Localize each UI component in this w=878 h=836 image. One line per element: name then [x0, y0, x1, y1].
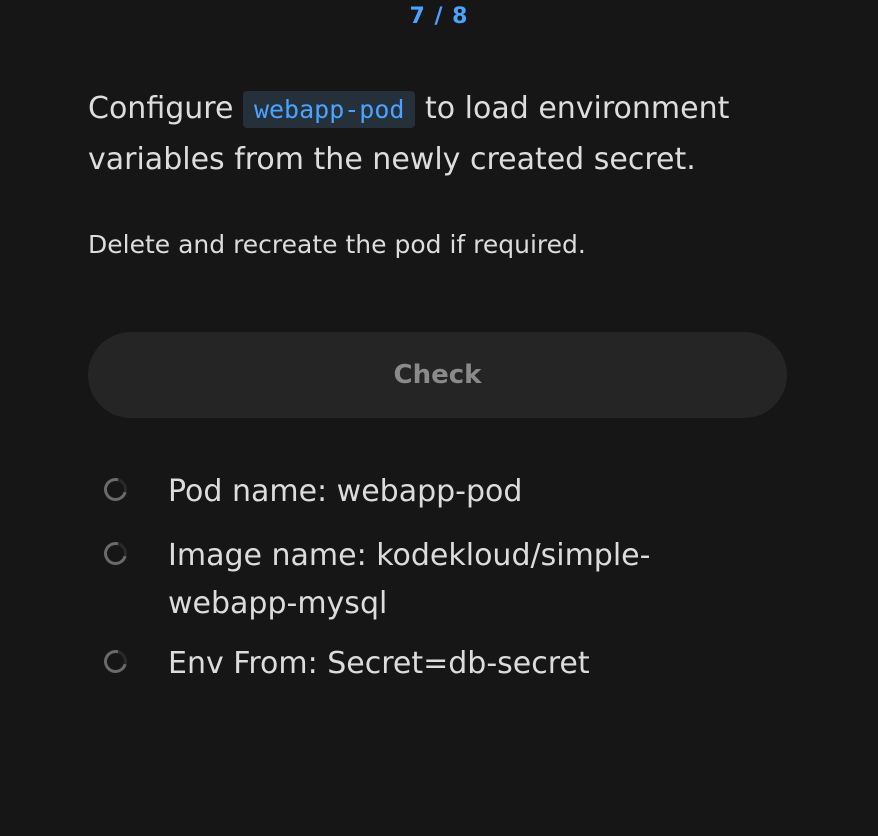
question-text: Configure webapp-pod to load environment… [88, 84, 778, 185]
criteria-list: Pod name: webapp-pod Image name: kodeklo… [99, 468, 784, 704]
question-subtext: Delete and recreate the pod if required. [88, 230, 586, 259]
question-prefix: Configure [88, 91, 234, 126]
pending-status-icon [99, 473, 132, 506]
criterion-item: Image name: kodekloud/simple-webapp-mysq… [99, 532, 784, 628]
criterion-label: Pod name: webapp-pod [168, 474, 523, 509]
pending-status-icon [99, 537, 132, 570]
pending-status-icon [99, 645, 132, 678]
criterion-item: Env From: Secret=db-secret [99, 640, 784, 688]
criterion-item: Pod name: webapp-pod [99, 468, 784, 516]
code-snippet: webapp-pod [242, 91, 416, 128]
check-button[interactable]: Check [88, 332, 787, 418]
criterion-label: Image name: kodekloud/simple-webapp-mysq… [168, 538, 651, 621]
criterion-label: Env From: Secret=db-secret [168, 646, 590, 681]
question-progress: 7 / 8 [409, 4, 469, 29]
